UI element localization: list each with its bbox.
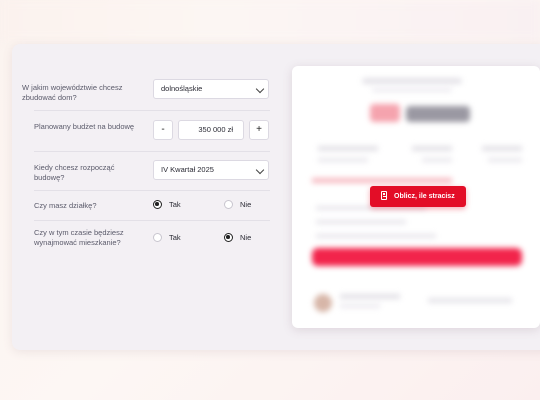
rent-no-label[interactable]: Nie (240, 233, 251, 242)
blurred-avatar (314, 294, 332, 312)
rent-yes-label[interactable]: Tak (169, 233, 181, 242)
calculator-icon (381, 191, 387, 200)
blurred-line (482, 146, 522, 151)
plot-yes-label[interactable]: Tak (169, 200, 181, 209)
budget-label: Planowany budżet na budowę (34, 122, 135, 131)
region-select[interactable]: dolnośląskie (153, 79, 269, 99)
when-value: IV Kwartał 2025 (161, 165, 214, 174)
divider (34, 110, 270, 111)
blurred-cta-button (312, 248, 522, 266)
background-blur (0, 0, 540, 40)
rent-label: Czy w tym czasie będziesz wynajmować mie… (34, 228, 124, 247)
blurred-line (316, 234, 436, 238)
calculate-button[interactable]: Oblicz, ile stracisz (370, 186, 466, 207)
blurred-heading (362, 78, 462, 84)
chevron-down-icon (255, 165, 265, 175)
budget-decrease-button[interactable]: - (153, 120, 173, 140)
divider (34, 151, 270, 152)
blurred-amount-value (406, 106, 470, 122)
blurred-line (316, 220, 406, 224)
calculate-button-label: Oblicz, ile stracisz (394, 193, 455, 200)
divider (34, 220, 270, 221)
rent-no-radio[interactable] (224, 233, 233, 242)
plot-no-label[interactable]: Nie (240, 200, 251, 209)
region-value: dolnośląskie (161, 84, 203, 93)
when-label: Kiedy chcesz rozpocząć budowę? (34, 163, 115, 182)
rent-yes-radio[interactable] (153, 233, 162, 242)
blurred-line (488, 158, 522, 162)
blurred-line (428, 298, 512, 303)
blurred-line (318, 158, 368, 162)
when-select[interactable]: IV Kwartał 2025 (153, 160, 269, 180)
budget-increase-button[interactable]: + (249, 120, 269, 140)
blurred-line (422, 158, 452, 162)
plot-no-radio[interactable] (224, 200, 233, 209)
blurred-line (412, 146, 452, 151)
budget-input[interactable]: 350 000 zł (178, 120, 244, 140)
blurred-amount (370, 104, 400, 122)
blurred-line (340, 304, 380, 308)
divider (34, 190, 270, 191)
blurred-subheading (372, 88, 452, 92)
chevron-down-icon (255, 84, 265, 94)
blurred-line (340, 294, 400, 299)
blurred-highlight (312, 178, 452, 183)
plot-yes-radio[interactable] (153, 200, 162, 209)
blurred-line (318, 146, 378, 151)
plot-label: Czy masz działkę? (34, 201, 97, 210)
region-label: W jakim województwie chcesz zbudować dom… (22, 83, 123, 102)
